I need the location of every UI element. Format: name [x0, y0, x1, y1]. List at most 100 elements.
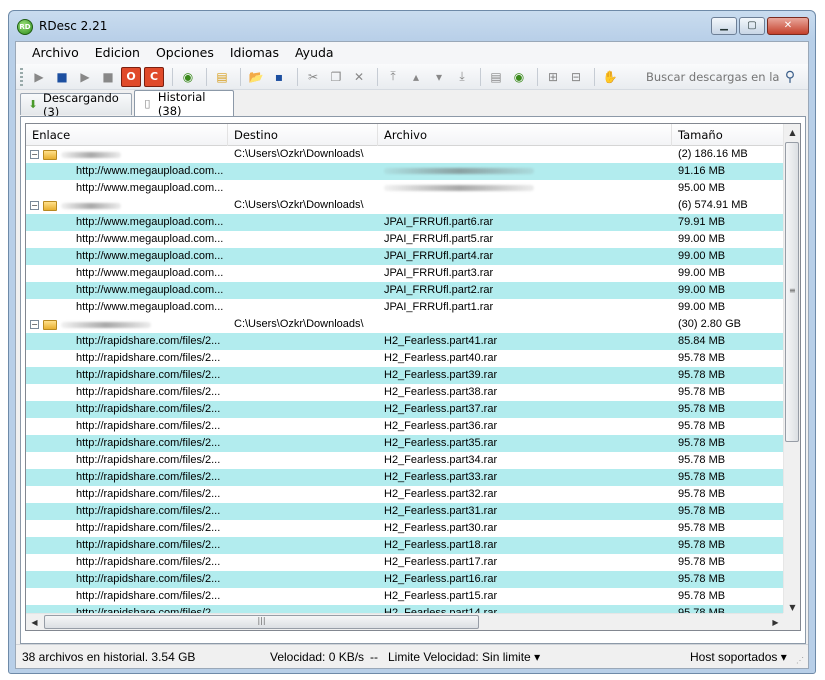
close-button[interactable]: ✕: [767, 17, 809, 35]
tab-label: Descargando (3): [43, 90, 119, 119]
table-row[interactable]: http://rapidshare.com/files/2... H2_Fearl…: [26, 401, 784, 418]
collapse-icon[interactable]: −: [30, 201, 39, 210]
table-row[interactable]: http://rapidshare.com/files/2... H2_Fearl…: [26, 554, 784, 571]
toolbar-separator: [297, 67, 298, 86]
resize-grip-icon[interactable]: ⋰: [796, 656, 806, 666]
globe-icon[interactable]: ◉: [178, 67, 198, 87]
play-selected-icon[interactable]: ▶: [75, 67, 95, 87]
table-row[interactable]: http://rapidshare.com/files/2... H2_Fearl…: [26, 571, 784, 588]
vertical-scrollbar[interactable]: ▲ ≡ ▼: [783, 124, 800, 616]
group-dest-cell: C:\Users\Ozkr\Downloads\: [234, 199, 364, 211]
play-icon[interactable]: ▶: [29, 67, 49, 87]
search-input[interactable]: [644, 67, 780, 87]
stop-all-icon[interactable]: O: [121, 66, 141, 87]
table-row[interactable]: http://rapidshare.com/files/2... H2_Fearl…: [26, 503, 784, 520]
table-row[interactable]: http://www.megaupload.com... JPAI_FRRUfl.…: [26, 214, 784, 231]
table-row[interactable]: http://rapidshare.com/files/2... H2_Fearl…: [26, 367, 784, 384]
table-row[interactable]: http://www.megaupload.com... JPAI_FRRUfl.…: [26, 231, 784, 248]
table-row[interactable]: http://rapidshare.com/files/2... H2_Fearl…: [26, 469, 784, 486]
stop-icon[interactable]: ■: [52, 67, 72, 87]
tab-descargando[interactable]: ⬇ Descargando (3): [20, 91, 132, 119]
table-row[interactable]: http://rapidshare.com/files/2... H2_Fearl…: [26, 333, 784, 350]
cut-icon[interactable]: ✂: [303, 67, 323, 87]
maximize-button[interactable]: ▢: [739, 17, 765, 35]
table-row[interactable]: http://www.megaupload.com... 91.16 MB: [26, 163, 784, 180]
group-file-cell: [378, 197, 672, 214]
horizontal-scrollbar[interactable]: ◀ ||| ▶: [26, 613, 784, 630]
collapse-icon[interactable]: −: [30, 320, 39, 329]
size-cell: 99.00 MB: [678, 250, 726, 262]
colors-icon[interactable]: ◉: [509, 67, 529, 87]
delete-icon[interactable]: ✕: [349, 67, 369, 87]
hand-icon[interactable]: ✋: [600, 67, 620, 87]
copy-icon[interactable]: ❐: [326, 67, 346, 87]
move-top-icon[interactable]: ⤒: [383, 67, 403, 87]
menu-ayuda[interactable]: Ayuda: [287, 42, 342, 64]
table-row[interactable]: http://rapidshare.com/files/2... H2_Fearl…: [26, 350, 784, 367]
dest-cell: [228, 333, 378, 350]
folder-icon: [43, 319, 57, 330]
supported-hosts-dropdown[interactable]: Host soportados ▾: [690, 650, 787, 664]
table-row[interactable]: http://rapidshare.com/files/2... H2_Fearl…: [26, 486, 784, 503]
table-row[interactable]: http://rapidshare.com/files/2... H2_Fearl…: [26, 418, 784, 435]
toolbar-grip[interactable]: [20, 67, 23, 86]
menu-archivo[interactable]: Archivo: [24, 42, 87, 64]
table-row[interactable]: http://rapidshare.com/files/2... H2_Fearl…: [26, 537, 784, 554]
properties-icon[interactable]: ▤: [486, 67, 506, 87]
scroll-up-arrow-icon[interactable]: ▲: [784, 124, 800, 141]
dest-cell: [228, 486, 378, 503]
search-icon[interactable]: ⚲: [780, 69, 800, 85]
table-row[interactable]: http://rapidshare.com/files/2... H2_Fearl…: [26, 384, 784, 401]
collapse-icon[interactable]: −: [30, 150, 39, 159]
move-down-icon[interactable]: ▾: [429, 67, 449, 87]
column-header-dest[interactable]: Destino: [228, 124, 378, 146]
table-row[interactable]: http://www.megaupload.com... JPAI_FRRUfl.…: [26, 282, 784, 299]
horizontal-scroll-thumb[interactable]: |||: [44, 615, 479, 629]
group-row[interactable]: − C:\Users\Ozkr\Downloads\ (30) 2.80 GB: [26, 316, 784, 333]
move-up-icon[interactable]: ▴: [406, 67, 426, 87]
history-list[interactable]: Enlace Destino Archivo Tamaño − C:\Users\…: [25, 123, 801, 631]
move-bottom-icon[interactable]: ⤓: [452, 67, 472, 87]
table-row[interactable]: http://www.megaupload.com... JPAI_FRRUfl.…: [26, 265, 784, 282]
open-folder-icon[interactable]: 📂: [246, 67, 266, 87]
column-header-link[interactable]: Enlace: [26, 124, 228, 146]
scroll-left-arrow-icon[interactable]: ◀: [26, 614, 43, 630]
table-row[interactable]: http://rapidshare.com/files/2... H2_Fearl…: [26, 588, 784, 605]
collapse-all-icon[interactable]: ⊟: [566, 67, 586, 87]
dest-cell: [228, 520, 378, 537]
link-cell: http://rapidshare.com/files/2...: [76, 522, 221, 534]
size-cell: 95.78 MB: [678, 369, 726, 381]
link-cell: http://www.megaupload.com...: [76, 284, 224, 296]
save-icon[interactable]: ▪: [269, 67, 289, 87]
size-cell: 95.00 MB: [678, 182, 726, 194]
menu-edicion[interactable]: Edicion: [87, 42, 148, 64]
menu-opciones[interactable]: Opciones: [148, 42, 222, 64]
minimize-button[interactable]: ▁: [711, 17, 737, 35]
table-row[interactable]: http://www.megaupload.com... JPAI_FRRUfl.…: [26, 299, 784, 316]
table-row[interactable]: http://rapidshare.com/files/2... H2_Fearl…: [26, 452, 784, 469]
folder-icon: [43, 149, 57, 160]
menu-idiomas[interactable]: Idiomas: [222, 42, 287, 64]
file-cell: H2_Fearless.part16.rar: [384, 573, 498, 585]
group-row[interactable]: − C:\Users\Ozkr\Downloads\ (2) 186.16 MB: [26, 146, 784, 163]
column-header-size[interactable]: Tamaño: [672, 124, 784, 146]
table-row[interactable]: http://rapidshare.com/files/2... H2_Fearl…: [26, 520, 784, 537]
stop-selected-icon[interactable]: ■: [98, 67, 118, 87]
tab-historial[interactable]: ▯ Historial (38): [134, 90, 234, 118]
group-row[interactable]: − C:\Users\Ozkr\Downloads\ (6) 574.91 MB: [26, 197, 784, 214]
table-row[interactable]: http://www.megaupload.com... JPAI_FRRUfl.…: [26, 248, 784, 265]
table-row[interactable]: http://www.megaupload.com... 95.00 MB: [26, 180, 784, 197]
table-row[interactable]: http://rapidshare.com/files/2... H2_Fearl…: [26, 435, 784, 452]
reconnect-icon[interactable]: C: [144, 66, 164, 87]
column-header-file[interactable]: Archivo: [378, 124, 672, 146]
title-bar[interactable]: RD RDesc 2.21 ▁ ▢ ✕: [9, 11, 815, 41]
add-download-icon[interactable]: ▤: [212, 67, 232, 87]
scroll-right-arrow-icon[interactable]: ▶: [767, 614, 784, 630]
blurred-name: [61, 151, 121, 158]
expand-all-icon[interactable]: ⊞: [543, 67, 563, 87]
toolbar-separator: [594, 67, 595, 86]
speed-limit-dropdown[interactable]: Limite Velocidad: Sin limite ▾: [388, 650, 540, 664]
size-cell: 95.78 MB: [678, 573, 726, 585]
vertical-scroll-thumb[interactable]: ≡: [785, 142, 799, 442]
link-cell: http://rapidshare.com/files/2...: [76, 386, 221, 398]
